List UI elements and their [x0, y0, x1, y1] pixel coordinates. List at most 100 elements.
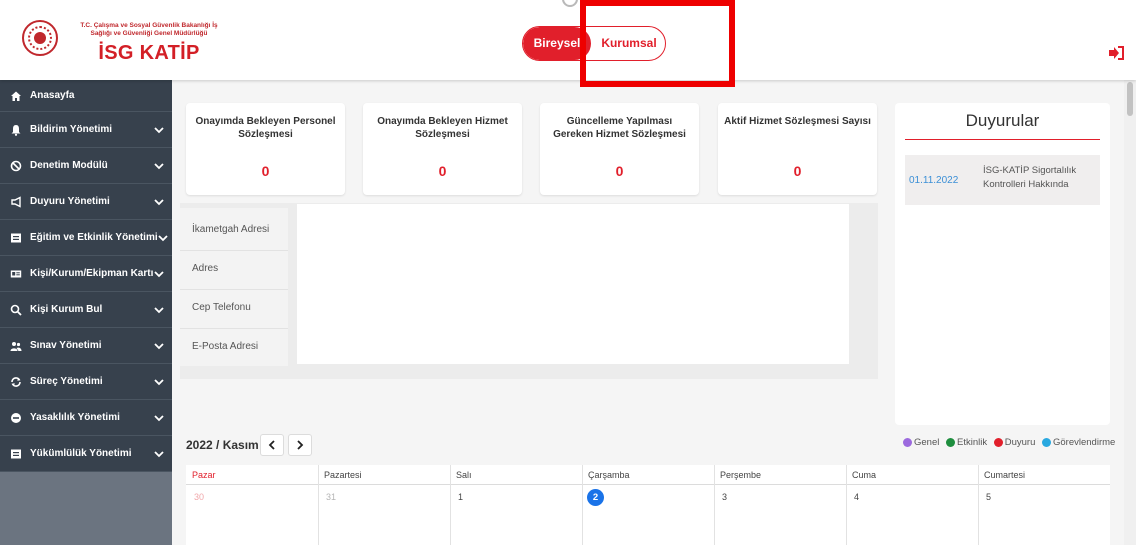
sidebar-menu: Anasayfa Bildirim Yönetimi Denetim Modül… — [0, 80, 172, 472]
highlight-box — [580, 0, 735, 87]
weekday-persembe: Perşembe — [720, 470, 762, 480]
weekday-cumartesi: Cumartesi — [984, 470, 1026, 480]
info-label-ikametgah: İkametgah Adresi — [192, 224, 270, 235]
users-icon — [10, 341, 22, 351]
minus-circle-icon — [11, 412, 21, 423]
sidebar-item-bildirim[interactable]: Bildirim Yönetimi — [0, 112, 172, 148]
search-icon — [10, 304, 22, 316]
calendar-prev-button[interactable] — [260, 434, 284, 456]
brand-title[interactable]: İSG KATİP — [64, 42, 234, 65]
divider — [846, 465, 847, 545]
sign-out-icon[interactable] — [1108, 46, 1124, 60]
contact-info-values — [297, 204, 849, 364]
sidebar-item-kisi-kurum-ekipman[interactable]: Kişi/Kurum/Ekipman Kartı — [0, 256, 172, 292]
chevron-down-icon — [158, 234, 168, 241]
calendar-next-button[interactable] — [288, 434, 312, 456]
legend-label: Duyuru — [1004, 437, 1036, 448]
sidebar-item-label: Süreç Yönetimi — [30, 376, 103, 387]
sidebar-item-denetim[interactable]: Denetim Modülü — [0, 148, 172, 184]
announcements-panel: Duyurular 01.11.2022 İSG-KATİP Sigortalı… — [895, 103, 1110, 425]
sidebar-item-label: Sınav Yönetimi — [30, 340, 102, 351]
sidebar-item-duyuru[interactable]: Duyuru Yönetimi — [0, 184, 172, 220]
chevron-down-icon — [154, 126, 164, 133]
announcements-title: Duyurular — [965, 111, 1040, 130]
chevron-down-icon — [154, 162, 164, 169]
calendar-day[interactable]: 3 — [722, 492, 727, 502]
calendar-day[interactable]: 30 — [194, 492, 204, 502]
calendar-day[interactable]: 5 — [986, 492, 991, 502]
ministry-name-line2: Sağlığı ve Güvenliği Genel Müdürlüğü — [90, 30, 208, 37]
ban-icon — [10, 160, 22, 171]
legend-label: Genel — [914, 437, 940, 448]
legend-dot-duyuru — [993, 438, 1003, 447]
legend-dot-etkinlik — [946, 438, 955, 447]
divider — [714, 465, 715, 545]
stat-card-aktif[interactable]: Aktif Hizmet Sözleşmesi Sayısı 0 — [718, 103, 877, 195]
divider — [180, 328, 288, 329]
stat-card-title: Onayımda Bekleyen Hizmet Sözleşmesi — [377, 116, 508, 140]
sidebar-item-label: Denetim Modülü — [30, 160, 108, 171]
divider — [905, 139, 1100, 140]
calendar-day[interactable]: 31 — [326, 492, 336, 502]
announcement-date: 01.11.2022 — [909, 175, 959, 186]
sidebar-item-kisi-kurum-bul[interactable]: Kişi Kurum Bul — [0, 292, 172, 328]
weekday-carsamba: Çarşamba — [588, 470, 630, 480]
info-label-cep-telefonu: Cep Telefonu — [192, 302, 251, 313]
chevron-down-icon — [154, 414, 164, 421]
legend-dot-genel — [903, 438, 912, 447]
id-card-icon — [10, 270, 22, 277]
app-window: T.C. Çalışma ve Sosyal Güvenlik Bakanlığ… — [0, 0, 1136, 545]
stat-card-title: Aktif Hizmet Sözleşmesi Sayısı — [724, 116, 871, 127]
info-label-adres: Adres — [192, 263, 219, 274]
calendar-day[interactable]: 4 — [854, 492, 859, 502]
weekday-sali: Salı — [456, 470, 472, 480]
sidebar-item-label: Kişi Kurum Bul — [30, 304, 103, 315]
scrollbar[interactable] — [1124, 80, 1136, 545]
divider — [180, 250, 288, 251]
stat-card-hizmet[interactable]: Onayımda Bekleyen Hizmet Sözleşmesi 0 — [363, 103, 522, 195]
loading-spinner-icon — [562, 0, 578, 7]
top-header: T.C. Çalışma ve Sosyal Güvenlik Bakanlığ… — [0, 0, 1136, 80]
ministry-name-line1: T.C. Çalışma ve Sosyal Güvenlik Bakanlığ… — [80, 22, 218, 29]
list-box-icon — [11, 233, 21, 242]
chevron-down-icon — [154, 342, 164, 349]
sidebar-item-anasayfa[interactable]: Anasayfa — [0, 80, 172, 112]
divider — [180, 289, 288, 290]
divider — [318, 465, 319, 545]
sidebar-item-yasaklilik[interactable]: Yasaklılık Yönetimi — [0, 400, 172, 436]
sidebar: Anasayfa Bildirim Yönetimi Denetim Modül… — [0, 80, 172, 545]
sidebar-item-surec[interactable]: Süreç Yönetimi — [0, 364, 172, 400]
stat-card-value: 0 — [793, 163, 802, 179]
list-box-icon — [11, 449, 21, 458]
announcement-item[interactable]: 01.11.2022 İSG-KATİP Sigortalılık Kontro… — [905, 155, 1100, 205]
sidebar-item-label: Anasayfa — [30, 90, 75, 101]
chevron-right-icon — [297, 440, 304, 450]
calendar-day[interactable]: 1 — [458, 492, 463, 502]
ministry-seal-logo — [22, 20, 58, 56]
sync-icon — [11, 376, 21, 387]
stat-card-guncelleme[interactable]: Güncelleme Yapılması Gereken Hizmet Sözl… — [540, 103, 699, 195]
sidebar-item-label: Yükümlülük Yönetimi — [30, 448, 132, 459]
chevron-down-icon — [154, 450, 164, 457]
megaphone-icon — [11, 195, 21, 208]
stat-card-title: Onayımda Bekleyen Personel Sözleşmesi — [195, 116, 336, 140]
calendar-grid: Pazar Pazartesi Salı Çarşamba Perşembe C… — [186, 465, 1110, 545]
announcement-text[interactable]: İSG-KATİP Sigortalılık Kontrolleri Hakkı… — [983, 164, 1095, 192]
sidebar-item-yukumluluk[interactable]: Yükümlülük Yönetimi — [0, 436, 172, 472]
calendar-day-today[interactable]: 2 — [587, 489, 604, 506]
sidebar-item-egitim[interactable]: Eğitim ve Etkinlik Yönetimi — [0, 220, 172, 256]
sidebar-item-label: Bildirim Yönetimi — [30, 124, 113, 135]
stat-card-value: 0 — [261, 163, 270, 179]
scrollbar-thumb[interactable] — [1127, 82, 1133, 116]
sidebar-item-label: Yasaklılık Yönetimi — [30, 412, 120, 423]
info-label-eposta: E-Posta Adresi — [192, 341, 259, 352]
stat-card-value: 0 — [438, 163, 447, 179]
chevron-down-icon — [154, 198, 164, 205]
bell-icon — [11, 124, 21, 136]
chevron-down-icon — [154, 270, 164, 277]
chevron-down-icon — [154, 306, 164, 313]
stat-card-personel[interactable]: Onayımda Bekleyen Personel Sözleşmesi 0 — [186, 103, 345, 195]
sidebar-item-sinav[interactable]: Sınav Yönetimi — [0, 328, 172, 364]
calendar-month-label: 2022 / Kasım — [186, 438, 259, 452]
sidebar-item-label: Eğitim ve Etkinlik Yönetimi — [30, 232, 158, 243]
